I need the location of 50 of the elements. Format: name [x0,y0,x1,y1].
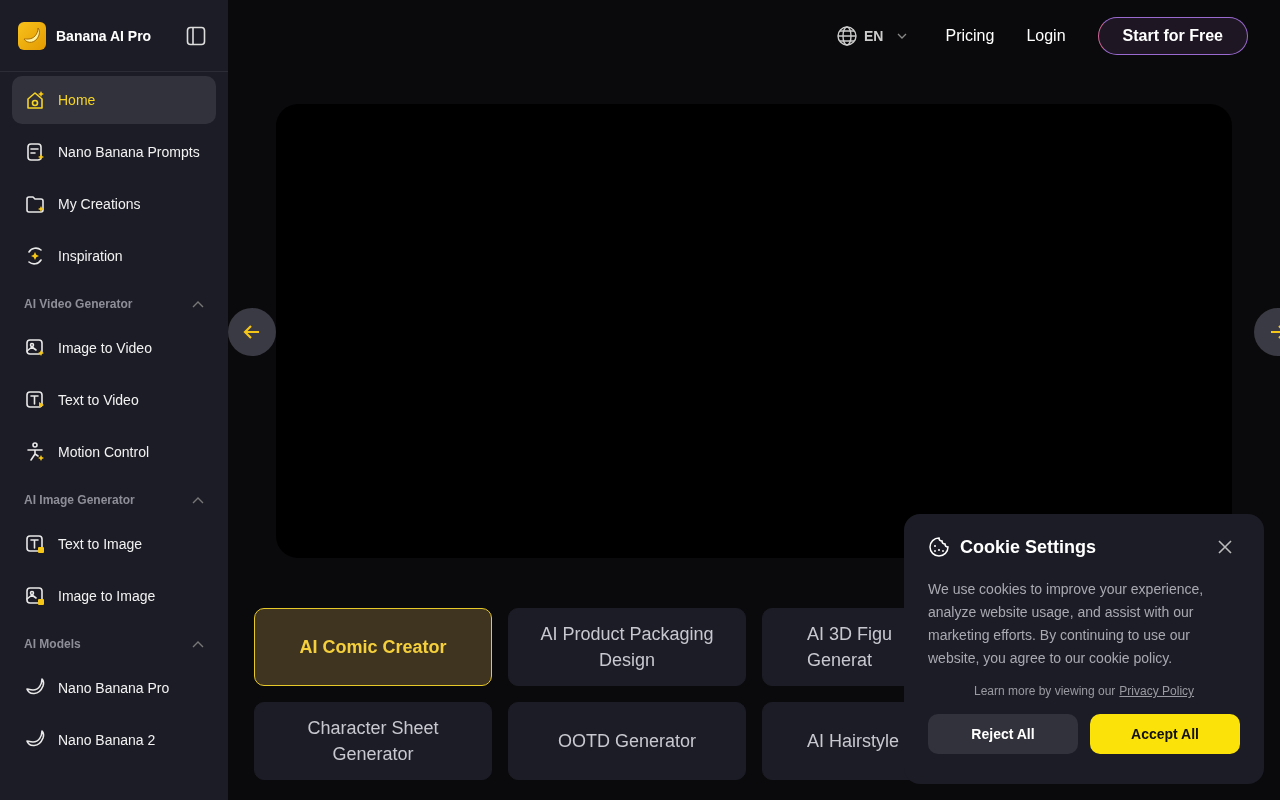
sidebar-item[interactable]: Nano Banana Prompts [12,128,216,176]
sidebar-item[interactable]: Nano Banana Pro [12,664,216,712]
sidebar-panel-icon [186,25,206,46]
section-heading: AI Models [24,637,81,651]
brand-name: Banana AI Pro [56,27,153,44]
sidebar-item[interactable]: Home [12,76,216,124]
nav-link[interactable]: Login [1026,27,1066,45]
sidebar-item[interactable]: Motion Control [12,428,216,476]
language-selector[interactable]: EN [836,25,908,47]
sidebar-item[interactable]: Text to Image [12,520,216,568]
document-sparkle-icon [24,141,46,163]
sidebar-toggle-button[interactable] [186,25,206,46]
sidebar-item[interactable]: Image to Image [12,572,216,620]
chevron-icon [192,496,204,504]
section-heading: AI Image Generator [24,493,135,507]
close-icon [1218,540,1232,554]
cookie-icon [928,536,950,558]
sidebar-item[interactable]: Image to Video [12,324,216,372]
previous-button[interactable] [228,308,276,356]
privacy-policy-link[interactable]: Privacy Policy [1119,684,1195,698]
collapse-button[interactable] [192,496,204,504]
collapse-button[interactable] [192,640,204,648]
start-button[interactable]: Start for Free [1097,17,1248,55]
dialog-title: Cookie Settings [960,536,1098,558]
figure-icon [24,441,46,463]
globe-icon [836,25,858,47]
caret-icon [897,33,908,39]
sidebar-item[interactable]: Nano Banana 2 [12,716,216,764]
banana-logo-icon [18,21,46,50]
nav-link[interactable]: Pricing [945,27,995,45]
chevron-icon [192,300,204,308]
tool-card[interactable]: OOTD Generator [508,702,746,780]
sidebar-item[interactable]: Inspiration [12,232,216,280]
section-heading: AI Video Generator [24,297,133,311]
close-button[interactable] [1218,540,1232,554]
reject-button[interactable]: Reject All [928,714,1078,754]
tool-card[interactable]: AI Product Packaging Design [508,608,746,686]
house-icon [24,89,46,111]
text-play-icon [24,389,46,411]
tool-card[interactable]: Character Sheet Generator [254,702,492,780]
sidebar-item[interactable]: Text to Video [12,376,216,424]
chevron-icon [192,640,204,648]
image-icon [24,585,46,607]
tool-card[interactable]: AI Comic Creator [254,608,492,686]
text-image-icon [24,533,46,555]
accept-button[interactable]: Accept All [1090,714,1240,754]
collapse-button[interactable] [192,300,204,308]
privacy-note: Learn more by viewing our [973,684,1116,698]
sidebar-item[interactable]: My Creations [12,180,216,228]
folder-icon [24,193,46,215]
